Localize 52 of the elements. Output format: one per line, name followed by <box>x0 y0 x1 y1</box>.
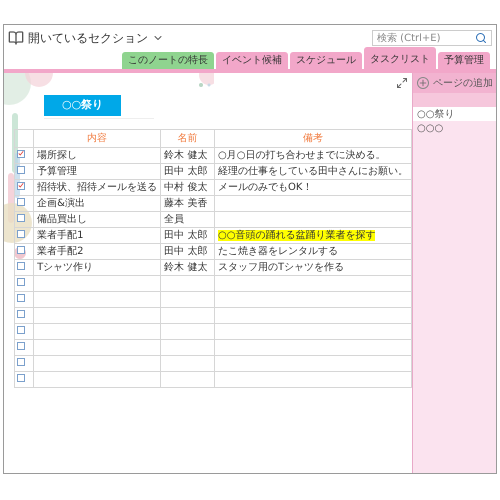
table-cell: 備品買出し <box>37 214 88 224</box>
checkbox[interactable] <box>17 278 25 286</box>
column-header: 名前 <box>178 132 198 144</box>
table-cell: 招待状、招待メールを送る <box>37 182 158 192</box>
checkbox[interactable] <box>17 342 25 350</box>
table-cell: 企画&演出 <box>37 198 85 208</box>
column-header: 内容 <box>87 132 108 144</box>
section-tab[interactable]: 予算管理 <box>438 52 490 69</box>
section-tab[interactable]: スケジュール <box>290 52 362 69</box>
table-cell: 鈴木 健太 <box>164 150 208 160</box>
section-tab[interactable]: このノートの特長 <box>122 52 214 69</box>
table-cell: メールのみでもOK！ <box>218 182 312 192</box>
table-cell: 経理の仕事をしている田中さんにお願い。 <box>218 166 408 176</box>
table-cell: 予算管理 <box>37 166 78 176</box>
table-cell: たこ焼き器をレンタルする <box>218 246 338 256</box>
section-tab[interactable]: タスクリスト <box>364 47 436 69</box>
table-cell: 田中 太郎 <box>164 246 208 256</box>
table-cell: スタッフ用のTシャツを作る <box>218 262 344 272</box>
expand-icon[interactable] <box>396 77 408 89</box>
table-cell: 田中 太郎 <box>164 166 208 176</box>
table-cell: 藤本 美香 <box>164 198 208 208</box>
table-cell: 業者手配1 <box>37 230 84 240</box>
page-title: ○○祭り <box>44 95 122 116</box>
table-cell: ○月○日の打ち合わせまでに決める。 <box>218 150 386 160</box>
checkbox[interactable] <box>17 326 25 334</box>
page-item[interactable]: ○○祭り <box>413 107 496 121</box>
add-page-button[interactable]: ページの追加 <box>413 73 496 93</box>
table-cell: 鈴木 健太 <box>164 262 208 272</box>
checkbox[interactable] <box>17 358 25 366</box>
table-cell: 業者手配2 <box>37 246 84 256</box>
checkbox[interactable] <box>17 294 25 302</box>
column-header: 備考 <box>302 132 323 144</box>
checkbox[interactable] <box>17 182 25 190</box>
table-cell: Tシャツ作り <box>37 262 94 272</box>
table-cell: 中村 俊太 <box>164 182 208 192</box>
checkbox[interactable] <box>17 150 25 158</box>
checkbox[interactable] <box>17 374 25 382</box>
checkbox[interactable] <box>17 198 25 206</box>
checkbox[interactable] <box>17 262 25 270</box>
table-cell: ○○音頭の踊れる盆踊り業者を探す <box>218 230 376 240</box>
table-cell: 場所探し <box>37 150 78 160</box>
notebook-icon <box>8 30 24 46</box>
checkbox[interactable] <box>17 310 25 318</box>
table-cell: 田中 太郎 <box>164 230 208 240</box>
section-tab[interactable]: イベント候補 <box>216 52 288 69</box>
checkbox[interactable] <box>17 246 25 254</box>
search-field[interactable]: 検索 (Ctrl+E) <box>372 30 492 46</box>
checkbox[interactable] <box>17 166 25 174</box>
search-icon[interactable] <box>475 32 487 44</box>
window-title: 開いているセクション <box>28 30 148 47</box>
table-cell: 全員 <box>164 214 184 224</box>
plus-icon <box>417 77 429 89</box>
